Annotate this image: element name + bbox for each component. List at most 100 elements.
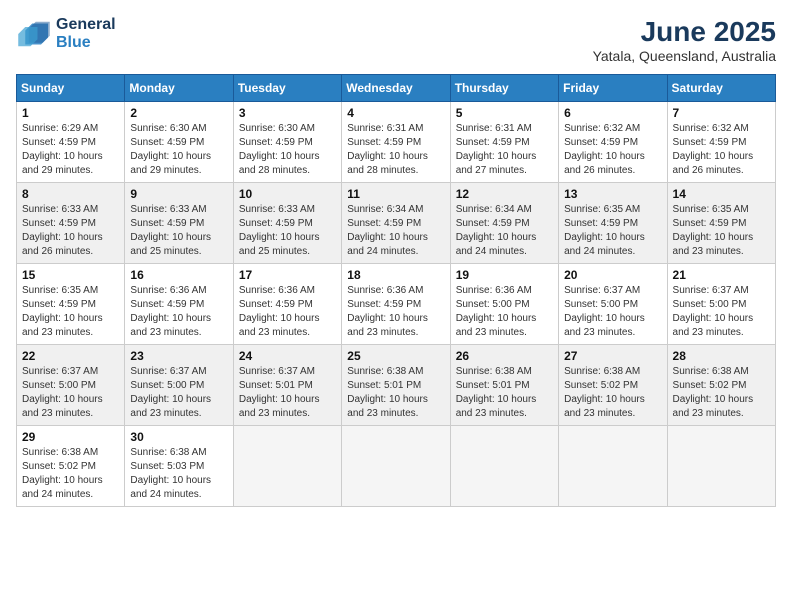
table-row: 26Sunrise: 6:38 AM Sunset: 5:01 PM Dayli… [450,345,558,426]
day-info: Sunrise: 6:31 AM Sunset: 4:59 PM Dayligh… [347,122,444,178]
day-number: 21 [673,268,770,282]
calendar-row: 8 Sunrise: 6:33 AM Sunset: 4:59 PM Daylig… [17,183,776,264]
table-row [342,426,450,507]
table-row: 16 Sunrise: 6:36 AM Sunset: 4:59 PM Dayli… [125,264,233,345]
day-info: Sunrise: 6:33 AM Sunset: 4:59 PM Dayligh… [22,203,119,259]
day-number: 30 [130,430,227,444]
table-row: 7 Sunrise: 6:32 AM Sunset: 4:59 PM Daylig… [667,102,775,183]
table-row: 15 Sunrise: 6:35 AM Sunset: 4:59 PM Dayli… [17,264,125,345]
table-row: 13 Sunrise: 6:35 AM Sunset: 4:59 PM Dayli… [559,183,667,264]
table-row: 4 Sunrise: 6:31 AM Sunset: 4:59 PM Daylig… [342,102,450,183]
table-row: 1 Sunrise: 6:29 AM Sunset: 4:59 PM Daylig… [17,102,125,183]
col-tuesday: Tuesday [233,75,341,102]
header: General Blue June 2025 Yatala, Queenslan… [16,16,776,64]
table-row: 24 Sunrise: 6:37 AM Sunset: 5:01 PM Dayli… [233,345,341,426]
day-info: Sunrise: 6:37 AM Sunset: 5:00 PM Dayligh… [22,365,119,421]
day-info: Sunrise: 6:34 AM Sunset: 4:59 PM Dayligh… [456,203,553,259]
day-number: 10 [239,187,336,201]
day-number: 22 [22,349,119,363]
table-row: 14 Sunrise: 6:35 AM Sunset: 4:59 PM Dayli… [667,183,775,264]
col-wednesday: Wednesday [342,75,450,102]
calendar-header-row: Sunday Monday Tuesday Wednesday Thursday… [17,75,776,102]
day-info: Sunrise: 6:36 AM Sunset: 5:00 PM Dayligh… [456,284,553,340]
day-number: 18 [347,268,444,282]
day-info: Sunrise: 6:37 AM Sunset: 5:00 PM Dayligh… [673,284,770,340]
day-info: Sunrise: 6:37 AM Sunset: 5:00 PM Dayligh… [564,284,661,340]
col-thursday: Thursday [450,75,558,102]
day-number: 14 [673,187,770,201]
day-info: Sunrise: 6:36 AM Sunset: 4:59 PM Dayligh… [130,284,227,340]
table-row: 19 Sunrise: 6:36 AM Sunset: 5:00 PM Dayli… [450,264,558,345]
table-row [667,426,775,507]
location: Yatala, Queensland, Australia [593,48,776,64]
day-info: Sunrise: 6:32 AM Sunset: 4:59 PM Dayligh… [564,122,661,178]
col-monday: Monday [125,75,233,102]
day-info: Sunrise: 6:38 AM Sunset: 5:02 PM Dayligh… [673,365,770,421]
calendar: Sunday Monday Tuesday Wednesday Thursday… [16,74,776,507]
day-info: Sunrise: 6:32 AM Sunset: 4:59 PM Dayligh… [673,122,770,178]
day-number: 11 [347,187,444,201]
calendar-row: 1 Sunrise: 6:29 AM Sunset: 4:59 PM Daylig… [17,102,776,183]
day-number: 29 [22,430,119,444]
day-number: 24 [239,349,336,363]
day-info: Sunrise: 6:35 AM Sunset: 4:59 PM Dayligh… [22,284,119,340]
table-row: 23 Sunrise: 6:37 AM Sunset: 5:00 PM Dayli… [125,345,233,426]
day-info: Sunrise: 6:33 AM Sunset: 4:59 PM Dayligh… [130,203,227,259]
day-info: Sunrise: 6:35 AM Sunset: 4:59 PM Dayligh… [564,203,661,259]
day-info: Sunrise: 6:37 AM Sunset: 5:00 PM Dayligh… [130,365,227,421]
calendar-row: 15 Sunrise: 6:35 AM Sunset: 4:59 PM Dayli… [17,264,776,345]
day-number: 20 [564,268,661,282]
table-row: 8 Sunrise: 6:33 AM Sunset: 4:59 PM Daylig… [17,183,125,264]
title-area: June 2025 Yatala, Queensland, Australia [593,16,776,64]
table-row: 9Sunrise: 6:33 AM Sunset: 4:59 PM Daylig… [125,183,233,264]
day-number: 13 [564,187,661,201]
day-info: Sunrise: 6:33 AM Sunset: 4:59 PM Dayligh… [239,203,336,259]
calendar-row: 29Sunrise: 6:38 AM Sunset: 5:02 PM Dayli… [17,426,776,507]
table-row: 17 Sunrise: 6:36 AM Sunset: 4:59 PM Dayli… [233,264,341,345]
table-row: 20 Sunrise: 6:37 AM Sunset: 5:00 PM Dayli… [559,264,667,345]
table-row: 28 Sunrise: 6:38 AM Sunset: 5:02 PM Dayli… [667,345,775,426]
day-info: Sunrise: 6:35 AM Sunset: 4:59 PM Dayligh… [673,203,770,259]
day-info: Sunrise: 6:30 AM Sunset: 4:59 PM Dayligh… [239,122,336,178]
day-info: Sunrise: 6:37 AM Sunset: 5:01 PM Dayligh… [239,365,336,421]
day-info: Sunrise: 6:38 AM Sunset: 5:01 PM Dayligh… [456,365,553,421]
day-number: 19 [456,268,553,282]
table-row: 25 Sunrise: 6:38 AM Sunset: 5:01 PM Dayli… [342,345,450,426]
table-row: 29Sunrise: 6:38 AM Sunset: 5:02 PM Dayli… [17,426,125,507]
day-number: 12 [456,187,553,201]
day-number: 6 [564,106,661,120]
table-row: 12 Sunrise: 6:34 AM Sunset: 4:59 PM Dayli… [450,183,558,264]
col-saturday: Saturday [667,75,775,102]
day-number: 7 [673,106,770,120]
logo-text: General Blue [56,16,116,52]
table-row: 18 Sunrise: 6:36 AM Sunset: 4:59 PM Dayli… [342,264,450,345]
day-info: Sunrise: 6:36 AM Sunset: 4:59 PM Dayligh… [347,284,444,340]
day-info: Sunrise: 6:38 AM Sunset: 5:01 PM Dayligh… [347,365,444,421]
day-number: 15 [22,268,119,282]
day-number: 28 [673,349,770,363]
logo-icon [16,20,52,48]
day-number: 5 [456,106,553,120]
day-number: 3 [239,106,336,120]
day-number: 17 [239,268,336,282]
table-row: 27 Sunrise: 6:38 AM Sunset: 5:02 PM Dayli… [559,345,667,426]
day-info: Sunrise: 6:31 AM Sunset: 4:59 PM Dayligh… [456,122,553,178]
day-info: Sunrise: 6:36 AM Sunset: 4:59 PM Dayligh… [239,284,336,340]
day-number: 25 [347,349,444,363]
col-friday: Friday [559,75,667,102]
day-number: 16 [130,268,227,282]
day-number: 1 [22,106,119,120]
col-sunday: Sunday [17,75,125,102]
day-number: 4 [347,106,444,120]
day-info: Sunrise: 6:38 AM Sunset: 5:02 PM Dayligh… [564,365,661,421]
table-row: 6 Sunrise: 6:32 AM Sunset: 4:59 PM Daylig… [559,102,667,183]
logo: General Blue [16,16,116,52]
day-number: 23 [130,349,227,363]
day-info: Sunrise: 6:29 AM Sunset: 4:59 PM Dayligh… [22,122,119,178]
table-row: 3 Sunrise: 6:30 AM Sunset: 4:59 PM Daylig… [233,102,341,183]
day-number: 8 [22,187,119,201]
table-row: 11Sunrise: 6:34 AM Sunset: 4:59 PM Dayli… [342,183,450,264]
table-row: 2Sunrise: 6:30 AM Sunset: 4:59 PM Daylig… [125,102,233,183]
table-row: 22 Sunrise: 6:37 AM Sunset: 5:00 PM Dayli… [17,345,125,426]
day-number: 27 [564,349,661,363]
